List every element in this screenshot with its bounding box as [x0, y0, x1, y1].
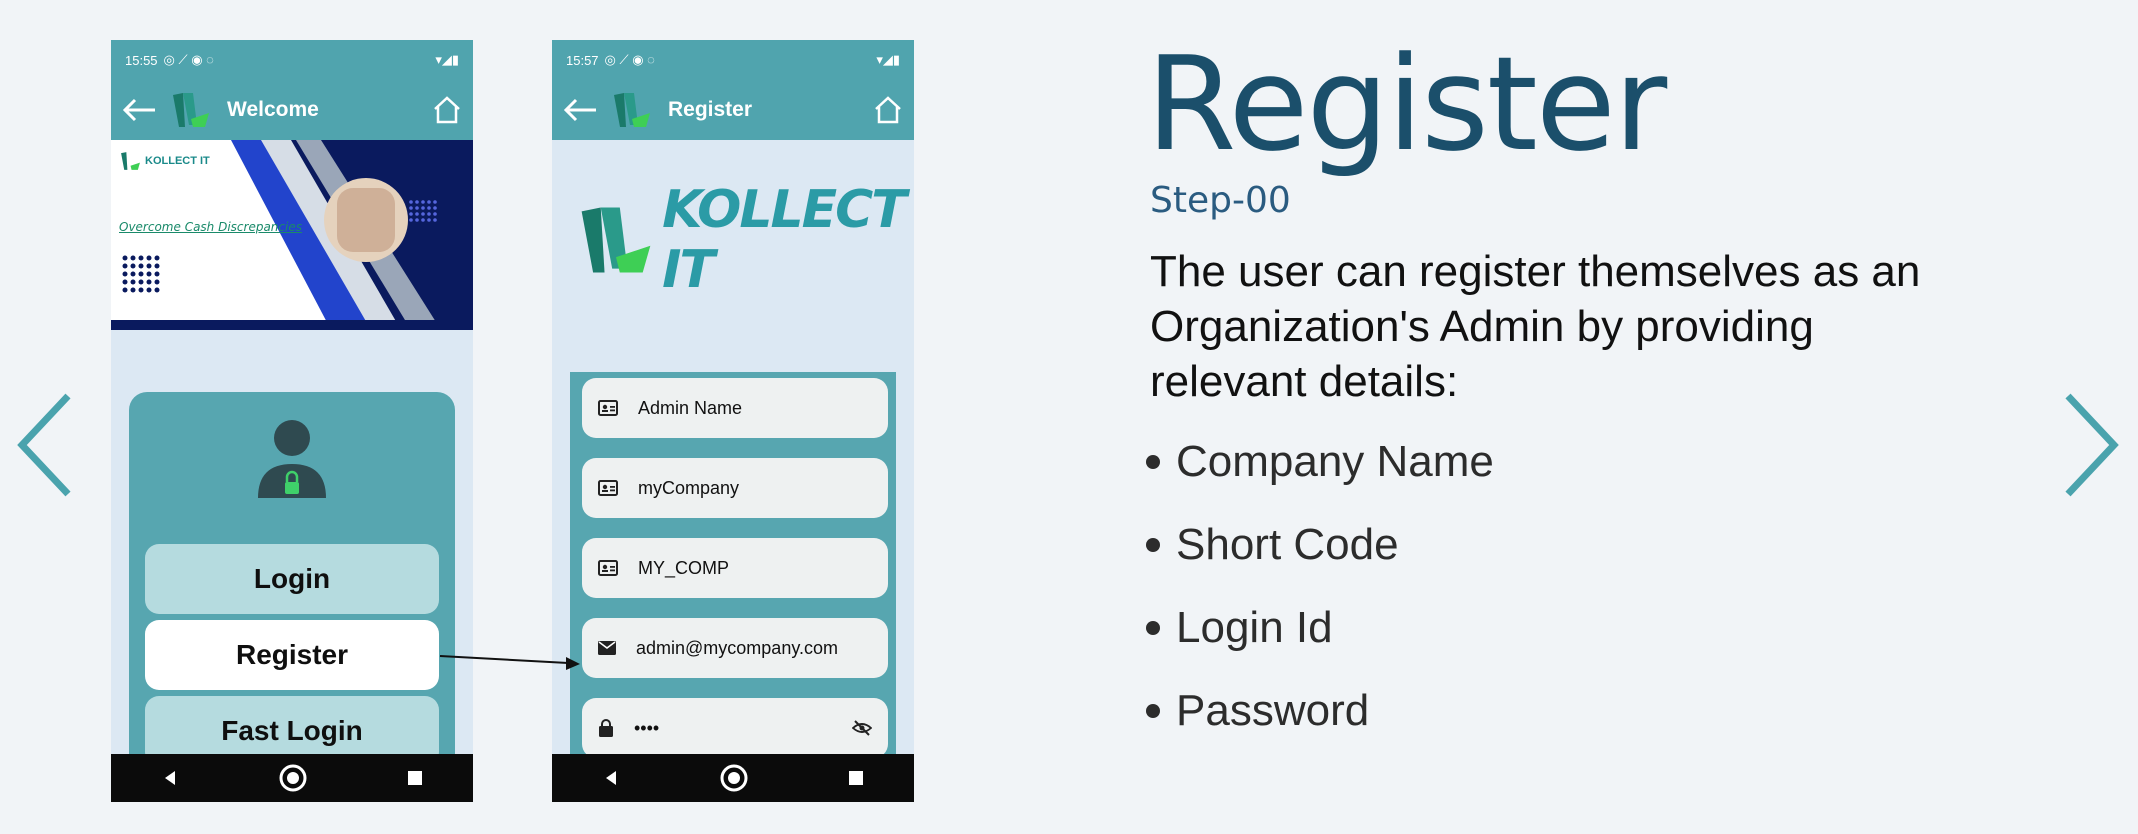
home-icon[interactable] [431, 94, 463, 126]
status-time: 15:55 [125, 52, 158, 68]
promo-banner: KOLLECT IT Overcome Cash Discrepancies [111, 140, 473, 330]
previous-slide-button[interactable] [16, 390, 76, 505]
app-logo-icon [173, 93, 209, 127]
nav-home-icon[interactable] [278, 763, 308, 793]
app-logo-icon [614, 93, 650, 127]
admin-name-field[interactable]: Admin Name [582, 378, 888, 438]
short-code-value: MY_COMP [638, 557, 730, 578]
next-slide-button[interactable] [2060, 390, 2120, 505]
banner-logo: KOLLECT IT [119, 150, 210, 172]
eye-off-icon[interactable] [852, 720, 872, 736]
status-system-icons: ▾◢▮ [876, 52, 900, 67]
chevron-left-icon [17, 393, 71, 497]
back-arrow-icon[interactable] [562, 98, 598, 122]
admin-name-value: Admin Name [638, 397, 743, 418]
app-bar: Register [552, 80, 914, 140]
nav-recents-icon[interactable] [848, 770, 864, 786]
slide-title: Register [1146, 28, 1667, 180]
id-card-icon [598, 480, 618, 496]
nav-recents-icon[interactable] [407, 770, 423, 786]
bullet-icon [1146, 537, 1160, 552]
password-field[interactable]: •••• [582, 698, 888, 758]
lock-icon [599, 719, 613, 737]
app-bar: Welcome [111, 80, 473, 140]
app-bar-title: Register [668, 98, 753, 121]
register-button[interactable]: Register [145, 620, 439, 690]
user-lock-icon [258, 420, 326, 498]
kollect-it-logo: KOLLECT IT [574, 180, 914, 300]
bullet-icon [1146, 703, 1160, 718]
list-item-label: Password [1176, 685, 1370, 735]
list-item: Login Id [1146, 586, 1494, 669]
detail-list: Company Name Short Code Login Id Passwor… [1146, 420, 1494, 752]
status-notification-icons: ◎ ⟋ ◉ ◌ [163, 52, 214, 67]
banner-tagline: Overcome Cash Discrepancies [119, 220, 302, 234]
company-name-field[interactable]: myCompany [582, 458, 888, 518]
mail-icon [598, 641, 616, 655]
status-system-icons: ▾◢▮ [435, 52, 459, 67]
app-bar-title: Welcome [227, 98, 319, 121]
back-arrow-icon[interactable] [121, 98, 157, 122]
auth-card: Login Register Fast Login [129, 392, 455, 802]
status-bar: 15:57 ◎ ⟋ ◉ ◌ ▾◢▮ [552, 40, 914, 80]
status-notification-icons: ◎ ⟋ ◉ ◌ [604, 52, 655, 67]
login-button[interactable]: Login [145, 544, 439, 614]
bullet-icon [1146, 620, 1160, 635]
list-item: Company Name [1146, 420, 1494, 503]
phone-welcome-screen: 15:55 ◎ ⟋ ◉ ◌ ▾◢▮ Welcome KOLLECT IT Ove… [111, 40, 473, 802]
list-item-label: Short Code [1176, 519, 1399, 569]
password-value: •••• [634, 717, 660, 738]
email-field[interactable]: admin@mycompany.com [582, 618, 888, 678]
slide-description: The user can register themselves as an O… [1150, 247, 1921, 406]
company-name-value: myCompany [638, 477, 740, 498]
nav-back-icon[interactable] [602, 769, 620, 787]
nav-back-icon[interactable] [161, 769, 179, 787]
status-time: 15:57 [566, 52, 599, 68]
kollect-logo-icon [581, 207, 651, 273]
list-item: Password [1146, 669, 1494, 752]
android-nav-bar [111, 754, 473, 802]
phone-register-screen: 15:57 ◎ ⟋ ◉ ◌ ▾◢▮ Register KOLLECT IT Ad… [552, 40, 914, 802]
bullet-icon [1146, 454, 1160, 469]
banner-logo-text: KOLLECT IT [145, 155, 210, 167]
kollect-logo-icon [121, 152, 140, 170]
nav-home-icon[interactable] [719, 763, 749, 793]
id-card-icon [598, 400, 618, 416]
list-item-label: Login Id [1176, 602, 1333, 652]
email-value: admin@mycompany.com [636, 637, 838, 658]
home-icon[interactable] [872, 94, 904, 126]
register-form: Admin Name myCompany MY_COMP admin@mycom… [570, 372, 896, 792]
list-item: Short Code [1146, 503, 1494, 586]
step-label: Step-00 [1150, 180, 1291, 221]
id-card-icon [598, 560, 618, 576]
logo-text: KOLLECT IT [662, 180, 907, 300]
short-code-field[interactable]: MY_COMP [582, 538, 888, 598]
android-nav-bar [552, 754, 914, 802]
status-bar: 15:55 ◎ ⟋ ◉ ◌ ▾◢▮ [111, 40, 473, 80]
chevron-right-icon [2065, 393, 2119, 497]
list-item-label: Company Name [1176, 436, 1494, 486]
